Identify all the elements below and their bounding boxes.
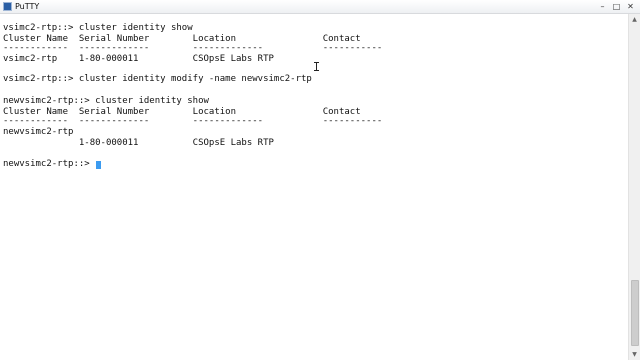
minimize-icon[interactable]: – [598,2,607,11]
terminal-line-prompt-show-1: vsimc2-rtp::> cluster identity show [3,23,193,33]
putty-app-icon[interactable] [3,2,12,11]
terminal-line-row-2-name: newvsimc2-rtp [3,127,74,137]
window-titlebar: PuTTY – □ ✕ [0,0,640,14]
terminal-line-row-2-details: 1-80-000011 CSOpsE Labs RTP [3,138,274,148]
terminal-line-prompt-show-2: newvsimc2-rtp::> cluster identity show [3,96,209,106]
mouse-ibeam-cursor-icon [314,62,319,71]
terminal-cursor [96,161,101,169]
terminal-line-current-prompt: newvsimc2-rtp::> [3,159,96,169]
terminal-line-separator-2: ------------ ------------- -------------… [3,116,383,126]
maximize-icon[interactable]: □ [612,2,621,11]
terminal-area[interactable]: vsimc2-rtp::> cluster identity show Clus… [0,14,628,360]
scroll-down-arrow-icon[interactable]: ▼ [629,349,640,360]
close-icon[interactable]: ✕ [626,2,635,11]
scrollbar-thumb[interactable] [631,280,639,346]
vertical-scrollbar[interactable]: ▲ ▼ [628,14,640,360]
window-title: PuTTY [15,2,40,11]
terminal-line-row-1: vsimc2-rtp 1-80-000011 CSOpsE Labs RTP [3,54,274,64]
terminal-line-separator-1: ------------ ------------- -------------… [3,43,383,53]
scroll-up-arrow-icon[interactable]: ▲ [629,14,640,25]
terminal-line-prompt-modify: vsimc2-rtp::> cluster identity modify -n… [3,74,312,84]
